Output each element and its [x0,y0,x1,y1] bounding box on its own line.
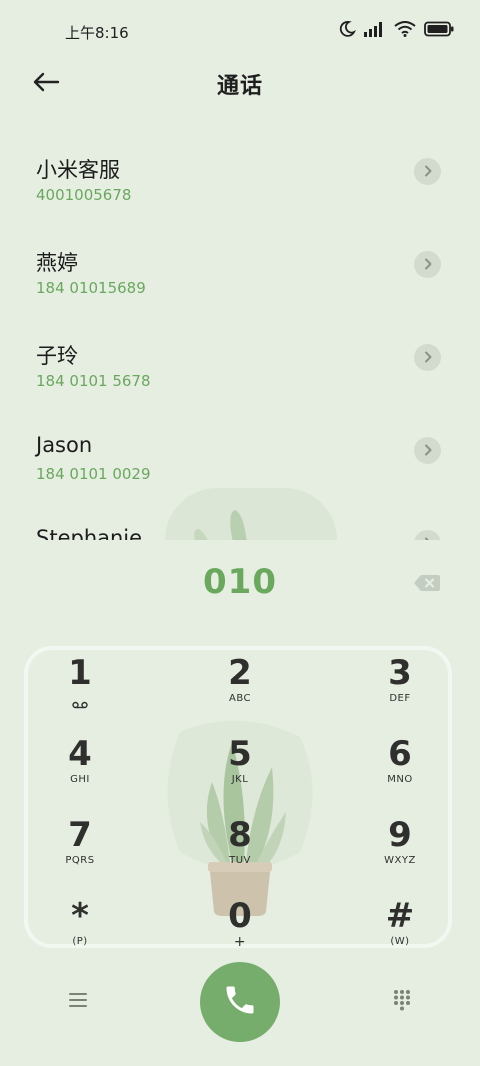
key-2[interactable]: 2 ABC [180,648,300,718]
contact-detail-button[interactable] [414,530,441,540]
key-8[interactable]: 8 TUV [180,810,300,880]
key-hash[interactable]: # (W) [340,891,460,961]
page-title: 通话 [216,74,263,99]
moon-icon [338,20,356,38]
contact-item[interactable]: 燕婷 184 01015689 [0,221,480,314]
wifi-icon [394,21,416,37]
contact-name: Stephanie [36,526,143,540]
header: 通话 [0,62,480,104]
contact-detail-button[interactable] [414,344,441,371]
backspace-button[interactable] [413,573,441,593]
contact-suggestions: 小米客服 4001005678 燕婷 184 01015689 子玲 184 0… [0,120,480,540]
key-3[interactable]: 3 DEF [340,648,460,718]
key-letters: + [233,934,247,950]
call-button[interactable] [200,962,280,1042]
contact-detail-button[interactable] [414,251,441,278]
contact-number: 184 01015689 [36,279,146,297]
menu-button[interactable] [64,988,92,1016]
chevron-right-icon [423,348,433,367]
contact-name: 小米客服 [36,158,120,182]
key-1[interactable]: 1 [20,648,140,718]
contact-item[interactable]: Jason 184 0101 0029 [0,407,480,500]
key-digit: 0 [228,896,252,936]
key-9[interactable]: 9 WXYZ [340,810,460,880]
key-digit: 7 [68,815,92,855]
menu-icon [68,992,88,1012]
key-digit: 6 [388,734,412,774]
key-letters: GHI [70,774,90,785]
key-digit: 9 [388,815,412,855]
chevron-right-icon [423,255,433,274]
key-digit: * [71,896,89,936]
dialed-number: 010 [203,562,277,602]
key-digit: 5 [228,734,252,774]
key-6[interactable]: 6 MNO [340,729,460,799]
key-digit: 1 [68,653,92,693]
contact-detail-button[interactable] [414,158,441,185]
key-5[interactable]: 5 JKL [180,729,300,799]
contact-name: 子玲 [36,344,78,368]
contact-number: 184 0101 0029 [36,465,151,483]
dialpad-toggle-button[interactable] [388,988,416,1016]
key-4[interactable]: 4 GHI [20,729,140,799]
battery-icon [424,21,454,37]
contact-item[interactable]: 子玲 184 0101 5678 [0,314,480,407]
key-letters: (W) [390,936,410,947]
contact-name: Jason [36,433,93,457]
key-letters: TUV [229,855,251,866]
key-letters: MNO [387,774,413,785]
contact-detail-button[interactable] [414,437,441,464]
contact-item[interactable]: 小米客服 4001005678 [0,128,480,221]
phone-icon [222,982,258,1022]
key-letters: WXYZ [384,855,416,866]
status-time: 上午8:16 [65,24,129,42]
contact-number: 4001005678 [36,186,132,204]
contact-name: 燕婷 [36,251,78,275]
dialpad-icon [393,989,411,1015]
voicemail-icon [20,694,140,713]
contact-item[interactable]: Stephanie [0,500,480,540]
chevron-right-icon [423,441,433,460]
key-0[interactable]: 0 + [180,891,300,961]
backspace-icon [413,575,441,597]
key-letters: JKL [231,774,249,785]
signal-icon [364,21,386,37]
contact-number: 184 0101 5678 [36,372,151,390]
key-digit: 8 [228,815,252,855]
key-letters: DEF [389,693,411,704]
key-letters: (P) [72,936,88,947]
key-7[interactable]: 7 PQRS [20,810,140,880]
chevron-right-icon [423,162,433,181]
key-star[interactable]: * (P) [20,891,140,961]
key-digit: 2 [228,653,252,693]
key-digit: # [385,896,415,936]
status-icons [338,20,454,38]
key-digit: 3 [388,653,412,693]
dial-entry: 010 [0,540,480,630]
status-bar: 上午8:16 [0,0,480,62]
bottom-bar [0,958,480,1048]
key-letters: PQRS [65,855,95,866]
key-digit: 4 [68,734,92,774]
key-letters: ABC [228,693,251,704]
